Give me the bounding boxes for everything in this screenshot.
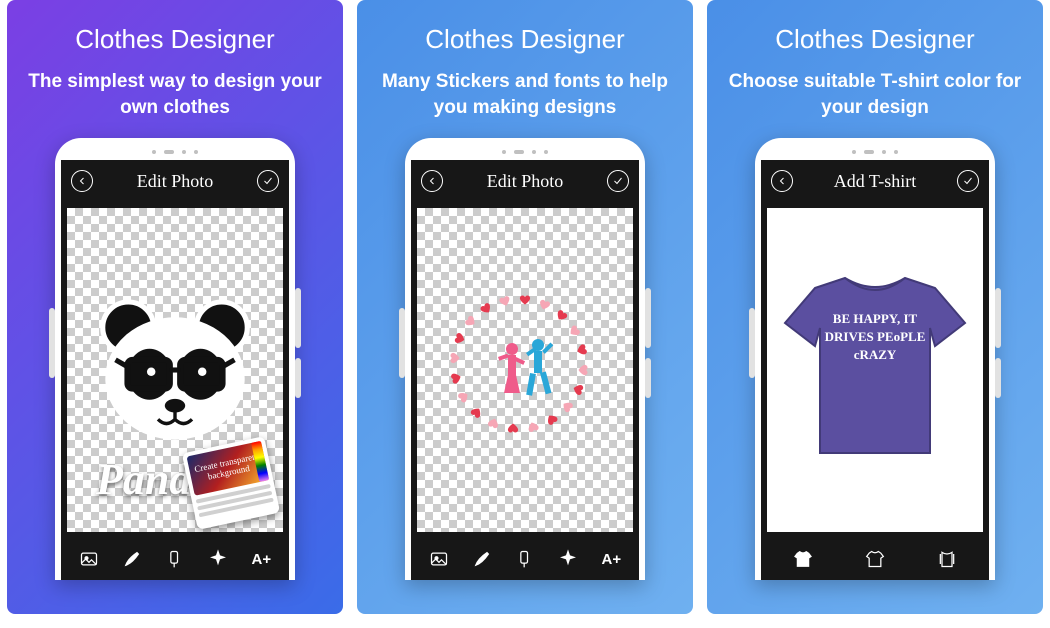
design-canvas[interactable]: Panda Create transparent background [67, 208, 283, 532]
tshirt-slogan: BE HAPPY, IT DRIVES PEoPLE cRAZY [820, 310, 930, 365]
screen-title: Edit Photo [443, 171, 607, 192]
promo-panel-1: Clothes Designer The simplest way to des… [7, 0, 343, 614]
phone-side-button [645, 358, 651, 398]
app-name: Clothes Designer [721, 24, 1029, 55]
brush-icon[interactable] [471, 548, 493, 570]
back-button[interactable] [71, 170, 93, 192]
shirt-type-bar [761, 538, 989, 580]
panda-sticker[interactable]: Panda [90, 285, 260, 455]
app-screen: Add T-shirt BE HAPPY, IT DRIVES PEoPLE c… [761, 160, 989, 580]
heart-icon [462, 313, 479, 330]
tagline: Choose suitable T-shirt color for your d… [721, 69, 1029, 120]
phone-speaker [761, 146, 989, 160]
phone-mockup: Add T-shirt BE HAPPY, IT DRIVES PEoPLE c… [755, 138, 995, 580]
phone-mockup: Edit Photo [405, 138, 645, 580]
brush-icon[interactable] [121, 548, 143, 570]
back-button[interactable] [771, 170, 793, 192]
dancing-couple-sticker[interactable] [490, 335, 560, 405]
phone-side-button [49, 308, 55, 378]
eraser-icon[interactable] [514, 548, 536, 570]
design-canvas[interactable]: BE HAPPY, IT DRIVES PEoPLE cRAZY [767, 208, 983, 532]
heart-icon [526, 419, 541, 434]
app-header: Edit Photo [61, 160, 289, 202]
sweatshirt-icon[interactable] [936, 548, 958, 570]
phone-side-button [995, 288, 1001, 348]
phone-side-button [749, 308, 755, 378]
app-header: Edit Photo [411, 160, 639, 202]
confirm-button[interactable] [607, 170, 629, 192]
text-tool-button[interactable]: A+ [600, 548, 622, 570]
gallery-icon[interactable] [78, 548, 100, 570]
effects-icon[interactable] [207, 548, 229, 570]
app-screen: Edit Photo [61, 160, 289, 580]
phone-side-button [995, 358, 1001, 398]
phone-side-button [295, 358, 301, 398]
gallery-icon[interactable] [428, 548, 450, 570]
heart-icon [559, 398, 576, 415]
phone-speaker [61, 146, 289, 160]
heart-icon [449, 352, 461, 364]
heart-icon [455, 389, 472, 406]
heart-icon [574, 343, 589, 358]
app-screen: Edit Photo [411, 160, 639, 580]
phone-speaker [411, 146, 639, 160]
back-button[interactable] [421, 170, 443, 192]
promo-panel-2: Clothes Designer Many Stickers and fonts… [357, 0, 693, 614]
screen-title: Add T-shirt [793, 171, 957, 192]
screen-title: Edit Photo [93, 171, 257, 192]
eraser-icon[interactable] [164, 548, 186, 570]
app-header: Add T-shirt [761, 160, 989, 202]
heart-icon [449, 371, 464, 386]
design-canvas[interactable] [417, 208, 633, 532]
confirm-button[interactable] [957, 170, 979, 192]
phone-mockup: Edit Photo [55, 138, 295, 580]
tool-bar: A+ [61, 538, 289, 580]
heart-icon [468, 404, 485, 421]
phone-side-button [295, 288, 301, 348]
tagline: Many Stickers and fonts to help you maki… [371, 69, 679, 120]
phone-side-button [645, 288, 651, 348]
heart-icon [543, 411, 560, 428]
heart-icon [507, 422, 519, 434]
effects-icon[interactable] [557, 548, 579, 570]
heart-icon [537, 298, 552, 313]
heart-icon [519, 294, 531, 306]
heart-icon [570, 382, 585, 397]
confirm-button[interactable] [257, 170, 279, 192]
hearts-ring-sticker[interactable] [445, 290, 605, 450]
heart-icon [486, 416, 501, 431]
tee-short-sleeve-icon[interactable] [792, 548, 814, 570]
heart-icon [553, 308, 570, 325]
heart-icon [577, 364, 589, 376]
tee-basic-icon[interactable] [864, 548, 886, 570]
heart-icon [478, 301, 495, 318]
heart-icon [452, 331, 467, 346]
app-name: Clothes Designer [371, 24, 679, 55]
app-name: Clothes Designer [21, 24, 329, 55]
heart-icon [497, 294, 512, 309]
tshirt-preview[interactable]: BE HAPPY, IT DRIVES PEoPLE cRAZY [775, 268, 975, 473]
phone-side-button [399, 308, 405, 378]
tagline: The simplest way to design your own clot… [21, 69, 329, 120]
tool-bar: A+ [411, 538, 639, 580]
promo-panel-3: Clothes Designer Choose suitable T-shirt… [707, 0, 1043, 614]
transparent-bg-badge: Create transparent background [182, 436, 280, 530]
text-tool-button[interactable]: A+ [250, 548, 272, 570]
heart-icon [566, 323, 583, 340]
